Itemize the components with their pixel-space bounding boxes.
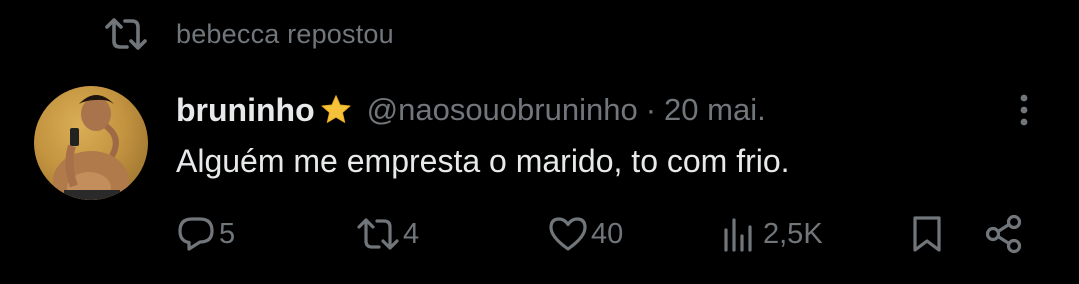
share-icon: [984, 214, 1024, 254]
reply-button[interactable]: 5: [176, 212, 235, 256]
more-options-icon[interactable]: [1010, 92, 1038, 128]
views-button[interactable]: 2,5K: [720, 212, 823, 256]
repost-button[interactable]: 4: [356, 212, 419, 256]
reply-count: 5: [219, 217, 236, 250]
repost-context[interactable]: bebecca repostou: [104, 14, 394, 54]
like-button[interactable]: 40: [548, 212, 623, 256]
display-name[interactable]: bruninho: [176, 92, 315, 129]
view-count: 2,5K: [763, 217, 823, 250]
tweet-date[interactable]: 20 mai.: [664, 92, 766, 128]
star-emoji-icon: [319, 93, 353, 127]
repost-count: 4: [403, 217, 420, 250]
bookmark-button[interactable]: [910, 212, 944, 256]
reply-icon: [176, 215, 216, 253]
repost-icon: [104, 17, 148, 51]
bookmark-icon: [910, 215, 944, 253]
like-count: 40: [591, 217, 624, 250]
repost-icon: [356, 217, 400, 251]
header-separator: ·: [645, 92, 657, 127]
action-bar: 5 4 40 2,5K: [0, 212, 1079, 256]
user-handle[interactable]: @naosouobruninho: [367, 92, 638, 128]
repost-label: bebecca repostou: [176, 18, 394, 49]
like-icon: [548, 216, 588, 252]
tweet-header: bruninho @naosouobruninho · 20 mai.: [176, 88, 766, 132]
tweet[interactable]: bebecca repostou bruninho @naosouobrunin…: [0, 0, 1079, 284]
tweet-text: Alguém me empresta o marido, to com frio…: [176, 143, 790, 179]
avatar[interactable]: [34, 86, 148, 200]
share-button[interactable]: [984, 212, 1024, 256]
views-icon: [720, 216, 760, 252]
